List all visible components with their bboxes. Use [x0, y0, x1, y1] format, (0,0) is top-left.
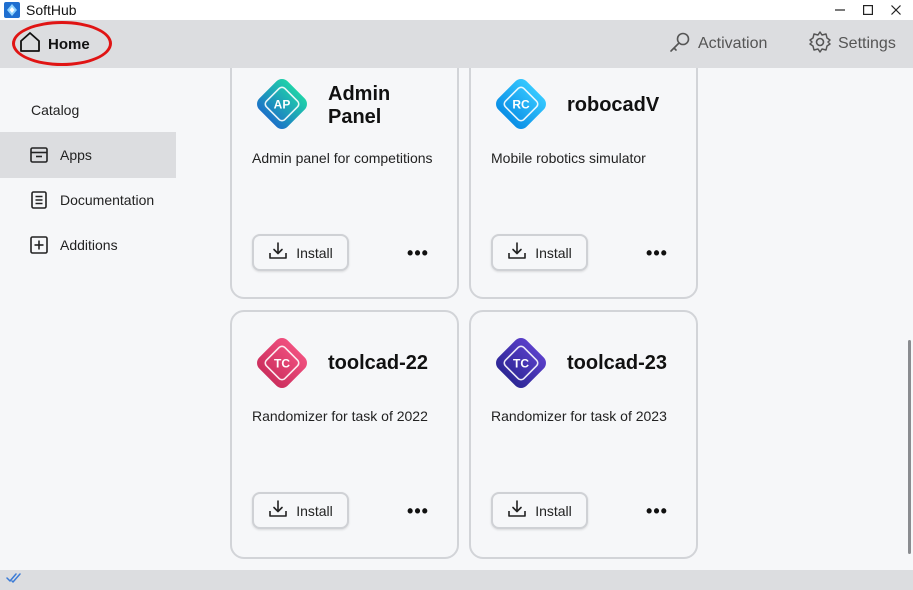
- app-description: Randomizer for task of 2023: [491, 408, 667, 424]
- app-description: Admin panel for competitions: [252, 150, 433, 166]
- sidebar-item-label: Documentation: [60, 192, 155, 208]
- app-card-toolcad-22: TC toolcad-22 Randomizer for task of 202…: [230, 310, 459, 559]
- download-icon: [268, 500, 288, 521]
- app-title: robocadV: [567, 94, 660, 116]
- app-description: Mobile robotics simulator: [491, 150, 646, 166]
- status-bar: [0, 570, 913, 590]
- admin-panel-logo-text: AP: [274, 98, 291, 112]
- sidebar-item-label: Apps: [60, 147, 92, 163]
- install-button[interactable]: Install: [491, 234, 588, 271]
- close-button[interactable]: [879, 0, 913, 20]
- sidebar-item-documentation[interactable]: Documentation: [0, 177, 176, 223]
- install-button[interactable]: Install: [252, 234, 349, 271]
- toolcad-22-logo: TC: [257, 338, 307, 388]
- catalog-heading: Catalog: [31, 102, 80, 118]
- nav-home[interactable]: Home: [18, 20, 90, 68]
- install-button[interactable]: Install: [252, 492, 349, 529]
- toolcad-23-logo: TC: [496, 338, 546, 388]
- sidebar-item-additions[interactable]: Additions: [0, 222, 176, 268]
- nav-activation-label: Activation: [698, 35, 768, 52]
- install-label: Install: [296, 244, 333, 261]
- toolcad-23-logo-text: TC: [513, 357, 529, 371]
- toolcad-22-logo-text: TC: [274, 357, 290, 371]
- robocadv-logo-text: RC: [512, 98, 530, 112]
- download-icon: [268, 242, 288, 263]
- robocadv-logo: RC: [496, 79, 546, 129]
- install-label: Install: [535, 502, 572, 519]
- download-icon: [507, 500, 527, 521]
- window-title: SoftHub: [26, 2, 77, 18]
- nav-settings[interactable]: Settings: [808, 20, 896, 68]
- nav-settings-label: Settings: [838, 35, 896, 52]
- sidebar-item-label: Additions: [60, 237, 118, 253]
- gear-icon: [808, 30, 832, 59]
- app-card-toolcad-23: TC toolcad-23 Randomizer for task of 202…: [469, 310, 698, 559]
- document-icon: [29, 190, 49, 210]
- vertical-scrollbar[interactable]: [905, 68, 913, 570]
- more-options-button[interactable]: •••: [643, 501, 671, 521]
- app-title: toolcad-23: [567, 352, 668, 374]
- install-label: Install: [296, 502, 333, 519]
- app-card-robocadv: RC robocadV Mobile robotics simulator In…: [469, 68, 698, 299]
- apps-grid: AP Admin Panel Admin panel for competiti…: [176, 68, 905, 570]
- download-icon: [507, 242, 527, 263]
- plus-box-icon: [29, 235, 49, 255]
- top-nav-bar: Home Activation Settings: [0, 20, 913, 68]
- nav-home-label: Home: [48, 35, 90, 53]
- sidebar-item-apps[interactable]: Apps: [0, 132, 176, 178]
- admin-panel-logo: AP: [257, 79, 307, 129]
- install-label: Install: [535, 244, 572, 261]
- app-card-admin-panel: AP Admin Panel Admin panel for competiti…: [230, 68, 459, 299]
- more-options-button[interactable]: •••: [643, 243, 671, 263]
- more-options-button[interactable]: •••: [404, 243, 432, 263]
- title-bar: SoftHub: [0, 0, 913, 20]
- app-title: Admin Panel: [328, 83, 391, 128]
- more-options-button[interactable]: •••: [404, 501, 432, 521]
- softhub-app-icon: [4, 2, 20, 18]
- install-button[interactable]: Install: [491, 492, 588, 529]
- sidebar: Catalog Apps Documentation Additions: [0, 68, 176, 570]
- nav-activation[interactable]: Activation: [668, 20, 767, 68]
- apps-icon: [29, 145, 49, 165]
- scrollbar-thumb[interactable]: [908, 340, 911, 554]
- app-title: toolcad-22: [328, 352, 429, 374]
- key-icon: [668, 30, 692, 59]
- app-description: Randomizer for task of 2022: [252, 408, 428, 424]
- double-check-icon: [6, 571, 24, 589]
- home-icon: [18, 30, 42, 58]
